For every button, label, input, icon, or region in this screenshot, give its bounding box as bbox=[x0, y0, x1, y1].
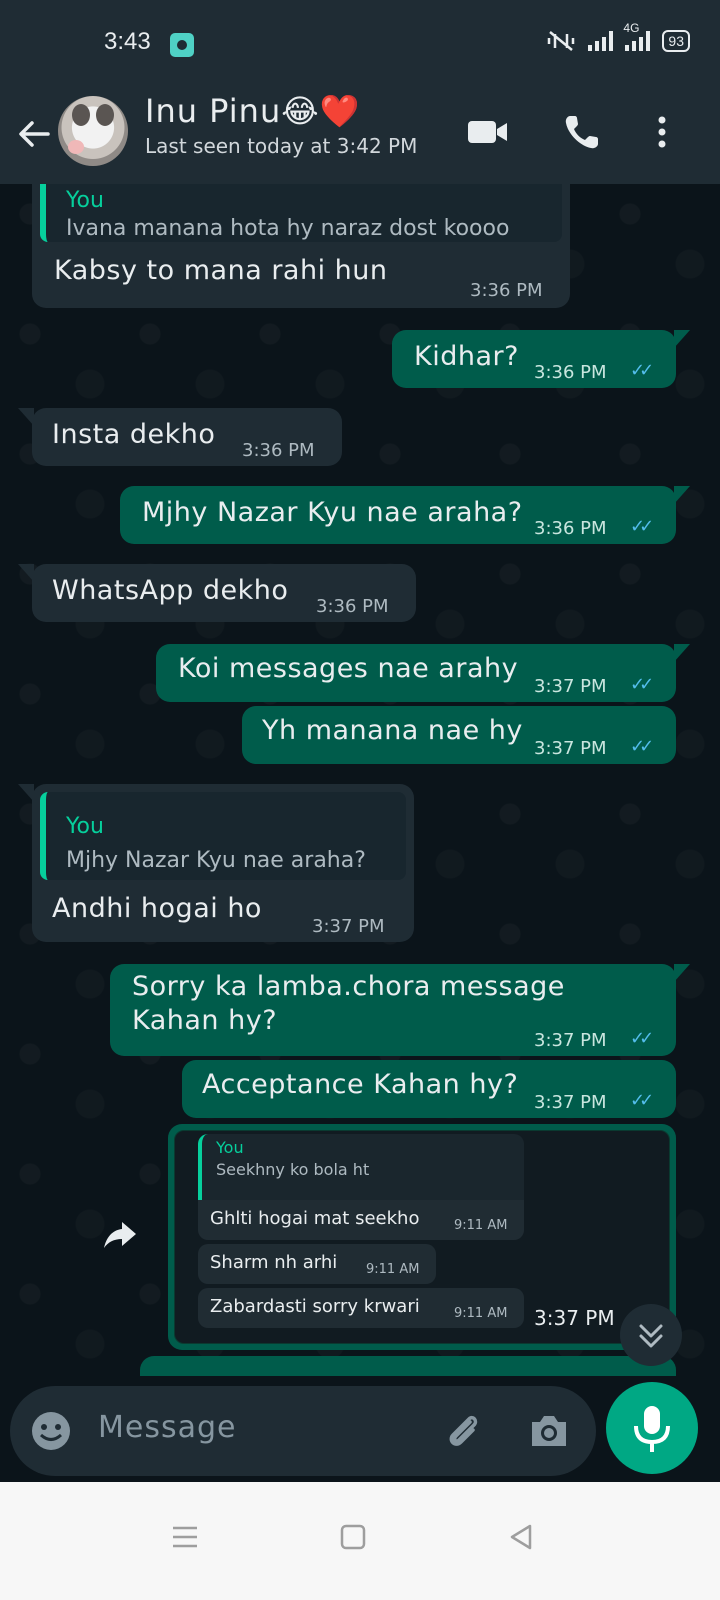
message-time: 3:37 PM bbox=[312, 916, 385, 937]
message-time: 3:37 PM bbox=[534, 1030, 607, 1051]
voice-call-icon[interactable] bbox=[560, 110, 604, 154]
quoted-message[interactable]: You Ivana manana hota hy naraz dost kooo… bbox=[40, 184, 562, 242]
image-inner-text: Zabardasti sorry krwari bbox=[210, 1296, 420, 1317]
message-time: 3:36 PM bbox=[242, 440, 315, 461]
message-time: 3:36 PM bbox=[316, 596, 389, 617]
status-bar: 3:43 4G 93 bbox=[0, 0, 720, 88]
message-composer[interactable]: Message bbox=[10, 1386, 596, 1476]
image-inner-message: Sharm nh arhi 9:11 AM bbox=[198, 1244, 436, 1284]
video-call-icon[interactable] bbox=[466, 110, 510, 154]
emoji-icon[interactable] bbox=[30, 1410, 72, 1452]
message-time: 3:36 PM bbox=[470, 280, 543, 301]
battery-icon: 93 bbox=[662, 30, 690, 52]
image-inner-time: 9:11 AM bbox=[366, 1262, 420, 1277]
message-time: 3:37 PM bbox=[534, 738, 607, 759]
image-inner-message: Zabardasti sorry krwari 9:11 AM bbox=[198, 1288, 524, 1328]
menu-icon[interactable] bbox=[170, 1522, 200, 1552]
message-text: Kabsy to mana rahi hun bbox=[54, 255, 388, 286]
message-incoming[interactable]: You Mjhy Nazar Kyu nae araha? Andhi hoga… bbox=[18, 784, 414, 942]
chat-area[interactable]: You Ivana manana hota hy naraz dost kooo… bbox=[0, 184, 720, 1376]
message-text-line1: Sorry ka lamba.chora message bbox=[132, 971, 565, 1002]
read-receipt-icon: ✓✓ bbox=[630, 736, 654, 757]
read-receipt-icon: ✓✓ bbox=[630, 360, 654, 381]
quote-text: Ivana manana hota hy naraz dost koooo bbox=[66, 216, 510, 241]
message-incoming[interactable]: Insta dekho 3:36 PM bbox=[18, 408, 342, 466]
attach-icon[interactable] bbox=[440, 1408, 486, 1454]
message-time: 3:36 PM bbox=[534, 362, 607, 383]
system-navigation-bar bbox=[0, 1482, 720, 1600]
home-icon[interactable] bbox=[338, 1522, 368, 1552]
notification-app-icon bbox=[170, 33, 194, 57]
message-text: Koi messages nae arahy bbox=[178, 653, 519, 684]
read-receipt-icon: ✓✓ bbox=[630, 516, 654, 537]
message-outgoing[interactable]: Mjhy Nazar Kyu nae araha? 3:36 PM ✓✓ bbox=[120, 486, 690, 544]
message-text: Yh manana nae hy bbox=[262, 715, 523, 746]
message-outgoing[interactable]: Koi messages nae arahy 3:37 PM ✓✓ bbox=[156, 644, 690, 702]
read-receipt-icon: ✓✓ bbox=[630, 1028, 654, 1049]
message-incoming[interactable]: You Ivana manana hota hy naraz dost kooo… bbox=[32, 184, 570, 308]
signal-4g-icon: 4G bbox=[623, 21, 651, 51]
message-outgoing[interactable]: Kidhar? 3:36 PM ✓✓ bbox=[392, 330, 690, 388]
message-outgoing-partial[interactable] bbox=[140, 1356, 676, 1376]
quote-author: You bbox=[66, 814, 104, 839]
last-seen: Last seen today at 3:42 PM bbox=[145, 134, 418, 158]
message-text: Acceptance Kahan hy? bbox=[202, 1069, 519, 1100]
image-quote-text: Seekhny ko bola ht bbox=[216, 1160, 370, 1179]
camera-icon[interactable] bbox=[526, 1408, 572, 1454]
message-text-line2: Kahan hy? bbox=[132, 1005, 278, 1036]
scroll-to-bottom-button[interactable] bbox=[620, 1304, 682, 1366]
message-time: 3:36 PM bbox=[534, 518, 607, 539]
message-outgoing[interactable]: Sorry ka lamba.chora message Kahan hy? 3… bbox=[110, 964, 690, 1056]
contact-name[interactable]: Inu Pinu😂❤️ bbox=[145, 92, 360, 130]
quoted-message[interactable]: You Mjhy Nazar Kyu nae araha? bbox=[40, 792, 406, 880]
message-outgoing[interactable]: Yh manana nae hy 3:37 PM ✓✓ bbox=[242, 706, 676, 764]
image-quote-author: You bbox=[216, 1138, 244, 1157]
image-inner-text: Ghlti hogai mat seekho bbox=[210, 1208, 420, 1229]
image-inner-time: 9:11 AM bbox=[454, 1306, 508, 1321]
image-quoted-message: You Seekhny ko bola ht bbox=[198, 1134, 524, 1200]
mute-vibrate-icon bbox=[548, 31, 575, 51]
message-text: Andhi hogai ho bbox=[52, 893, 262, 924]
network-type: 4G bbox=[623, 21, 640, 35]
back-icon[interactable] bbox=[506, 1522, 536, 1552]
microphone-icon bbox=[634, 1406, 670, 1452]
quote-text: Mjhy Nazar Kyu nae araha? bbox=[66, 848, 366, 873]
message-incoming[interactable]: WhatsApp dekho 3:36 PM bbox=[18, 564, 416, 622]
back-arrow-icon[interactable] bbox=[14, 114, 54, 154]
message-outgoing[interactable]: Acceptance Kahan hy? 3:37 PM ✓✓ bbox=[182, 1060, 676, 1118]
signal-icon bbox=[588, 31, 614, 51]
status-time: 3:43 bbox=[104, 28, 151, 55]
message-input[interactable]: Message bbox=[98, 1410, 236, 1445]
voice-message-button[interactable] bbox=[606, 1382, 698, 1474]
message-time: 3:37 PM bbox=[534, 1306, 615, 1330]
image-inner-time: 9:11 AM bbox=[454, 1218, 508, 1233]
image-inner-message: Ghlti hogai mat seekho 9:11 AM bbox=[198, 1200, 524, 1240]
message-text: Insta dekho bbox=[52, 419, 216, 450]
message-text: Mjhy Nazar Kyu nae araha? bbox=[142, 497, 523, 528]
read-receipt-icon: ✓✓ bbox=[630, 674, 654, 695]
message-text: WhatsApp dekho bbox=[52, 575, 289, 606]
message-time: 3:37 PM bbox=[534, 1092, 607, 1113]
read-receipt-icon: ✓✓ bbox=[630, 1090, 654, 1111]
chat-header: Inu Pinu😂❤️ Last seen today at 3:42 PM bbox=[0, 88, 720, 184]
status-icons: 4G 93 bbox=[546, 21, 690, 52]
double-chevron-down-icon bbox=[639, 1324, 663, 1348]
more-options-icon[interactable] bbox=[640, 110, 684, 154]
image-inner-text: Sharm nh arhi bbox=[210, 1252, 338, 1273]
forward-icon[interactable] bbox=[100, 1214, 140, 1254]
avatar[interactable] bbox=[58, 96, 128, 166]
message-text: Kidhar? bbox=[414, 341, 519, 372]
message-time: 3:37 PM bbox=[534, 676, 607, 697]
